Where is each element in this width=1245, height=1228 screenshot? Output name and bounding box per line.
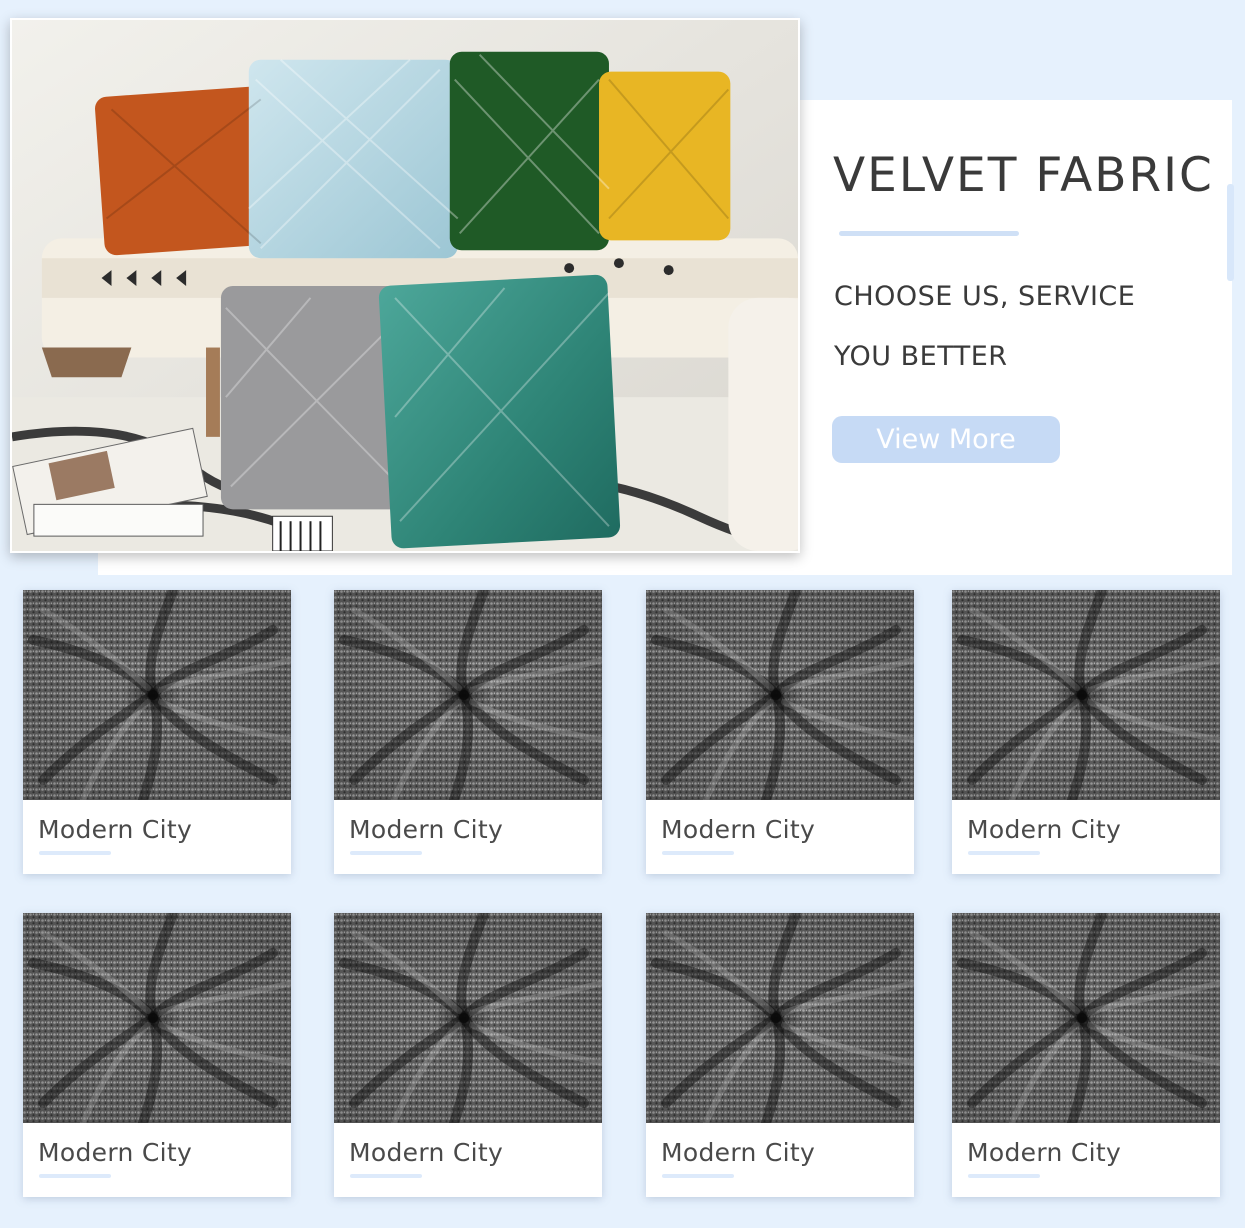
product-name: Modern City <box>349 815 504 844</box>
product-underline <box>350 1174 422 1178</box>
product-underline <box>39 1174 111 1178</box>
product-card[interactable]: Modern City <box>23 913 291 1197</box>
product-card[interactable]: Modern City <box>334 590 602 874</box>
scroll-indicator[interactable] <box>1227 184 1234 281</box>
product-underline <box>350 851 422 855</box>
product-card[interactable]: Modern City <box>952 590 1220 874</box>
product-card[interactable]: Modern City <box>646 590 914 874</box>
fabric-swatch-image <box>646 590 914 800</box>
title-underline <box>839 231 1019 236</box>
fabric-swatch-image <box>952 590 1220 800</box>
fabric-swatch-image <box>334 913 602 1123</box>
hero-tagline-line1: CHOOSE US, SERVICE <box>834 281 1136 312</box>
product-card[interactable]: Modern City <box>646 913 914 1197</box>
fabric-swatch-image <box>23 913 291 1123</box>
product-underline <box>968 851 1040 855</box>
fabric-swatch-image <box>646 913 914 1123</box>
product-name: Modern City <box>967 815 1122 844</box>
product-card[interactable]: Modern City <box>23 590 291 874</box>
product-underline <box>662 1174 734 1178</box>
product-name: Modern City <box>38 815 193 844</box>
hero-cushions-photo <box>10 18 800 553</box>
product-underline <box>968 1174 1040 1178</box>
fabric-swatch-image <box>23 590 291 800</box>
product-name: Modern City <box>661 1138 816 1167</box>
product-underline <box>662 851 734 855</box>
product-card[interactable]: Modern City <box>334 913 602 1197</box>
hero-title: VELVET FABRIC <box>833 148 1214 203</box>
product-card[interactable]: Modern City <box>952 913 1220 1197</box>
fabric-swatch-image <box>334 590 602 800</box>
product-name: Modern City <box>38 1138 193 1167</box>
product-name: Modern City <box>967 1138 1122 1167</box>
product-name: Modern City <box>349 1138 504 1167</box>
fabric-swatch-image <box>952 913 1220 1123</box>
product-name: Modern City <box>661 815 816 844</box>
product-underline <box>39 851 111 855</box>
hero-tagline-line2: YOU BETTER <box>834 341 1008 372</box>
view-more-button[interactable]: View More <box>832 416 1060 463</box>
